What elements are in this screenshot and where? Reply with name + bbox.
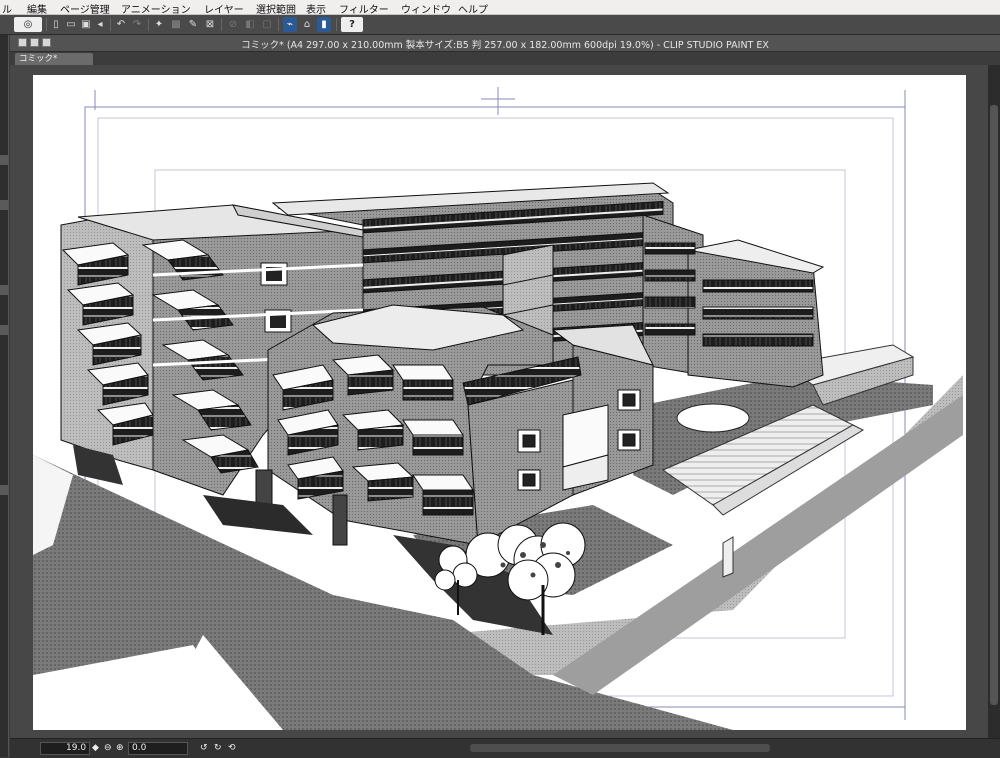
panel-handle-icon[interactable] <box>0 200 8 210</box>
rotation-value: 0.0 <box>132 743 147 753</box>
vertical-scrollbar[interactable] <box>988 65 1000 738</box>
new-file-icon[interactable]: ▯ <box>50 17 62 32</box>
clear-icon[interactable]: ✦ <box>152 17 166 32</box>
zoom-in-icon[interactable]: ⊕ <box>116 742 124 755</box>
special-ruler-snap-icon[interactable]: ⌂ <box>300 17 314 32</box>
tab-document[interactable]: コミック* <box>15 53 93 65</box>
menu-filter[interactable]: フィルター <box>339 1 389 16</box>
menu-page[interactable]: ページ管理 <box>60 1 110 16</box>
panel-handle-icon[interactable] <box>0 485 8 495</box>
open-file-icon[interactable]: ▭ <box>65 17 77 32</box>
menu-window[interactable]: ウィンドウ <box>401 1 451 16</box>
panel-handle-icon[interactable] <box>0 285 8 295</box>
save-icon[interactable]: ▣ <box>80 17 92 32</box>
panel-handle-icon[interactable] <box>0 325 8 335</box>
rotate-left-icon[interactable]: ↺ <box>200 742 208 755</box>
reset-rotation-icon[interactable]: ⟲ <box>228 742 236 755</box>
deselect-icon[interactable]: ⊘ <box>226 17 240 32</box>
command-bar: ◎ ▯ ▭ ▣ ◂ ↶ ↷ ✦ ▩ ✎ ⊠ ⊘ ◧ ▢ ⌁ ⌂ ▮ ? <box>0 15 1000 35</box>
building-illustration <box>33 87 963 730</box>
menu-animation[interactable]: アニメーション <box>121 1 191 16</box>
document-titlebar: コミック* (A4 297.00 x 210.00mm 製本サイズ:B5 判 2… <box>10 35 1000 52</box>
document-title: コミック* (A4 297.00 x 210.00mm 製本サイズ:B5 判 2… <box>241 40 769 51</box>
left-panel-strip <box>0 35 9 757</box>
menu-edit[interactable]: 編集 <box>27 1 47 16</box>
status-bar: 19.0 ◆ ⊖ ⊕ 0.0 ↺ ↻ ⟲ <box>10 738 1000 758</box>
menu-file[interactable]: ル <box>2 1 12 16</box>
show-area-icon[interactable]: ▢ <box>260 17 274 32</box>
zoom-out-icon[interactable]: ⊖ <box>104 742 112 755</box>
invert-icon[interactable]: ◧ <box>243 17 257 32</box>
ruler-snap-icon[interactable]: ⌁ <box>283 17 297 32</box>
menu-help[interactable]: ヘルプ <box>458 1 488 16</box>
help-button[interactable]: ? <box>341 17 363 32</box>
document-tab-row: コミック* <box>10 52 1000 65</box>
undo-icon[interactable]: ↶ <box>114 17 128 32</box>
scrollbar-thumb[interactable] <box>990 105 998 705</box>
eraser-icon[interactable]: ✎ <box>186 17 200 32</box>
zoom-value: 19.0 <box>66 743 87 753</box>
rotate-right-icon[interactable]: ↻ <box>214 742 222 755</box>
fill-icon[interactable]: ▩ <box>169 17 183 32</box>
menu-view[interactable]: 表示 <box>306 1 326 16</box>
menu-selection[interactable]: 選択範囲 <box>256 1 296 16</box>
menu-bar: ル 編集 ページ管理 アニメーション レイヤー 選択範囲 表示 フィルター ウィ… <box>0 0 1000 16</box>
panel-handle-icon[interactable] <box>0 155 8 165</box>
manga-page-canvas[interactable] <box>33 75 966 730</box>
clip-studio-icon[interactable]: ◎ <box>14 17 42 32</box>
transform-icon[interactable]: ⊠ <box>203 17 217 32</box>
grid-snap-icon[interactable]: ▮ <box>317 17 331 32</box>
horizontal-scrollbar[interactable] <box>470 744 770 752</box>
dropdown-icon[interactable]: ◂ <box>95 17 105 32</box>
redo-icon[interactable]: ↷ <box>130 17 144 32</box>
zoom-stepper-icon[interactable]: ◆ <box>92 742 99 755</box>
menu-layer[interactable]: レイヤー <box>204 1 244 16</box>
